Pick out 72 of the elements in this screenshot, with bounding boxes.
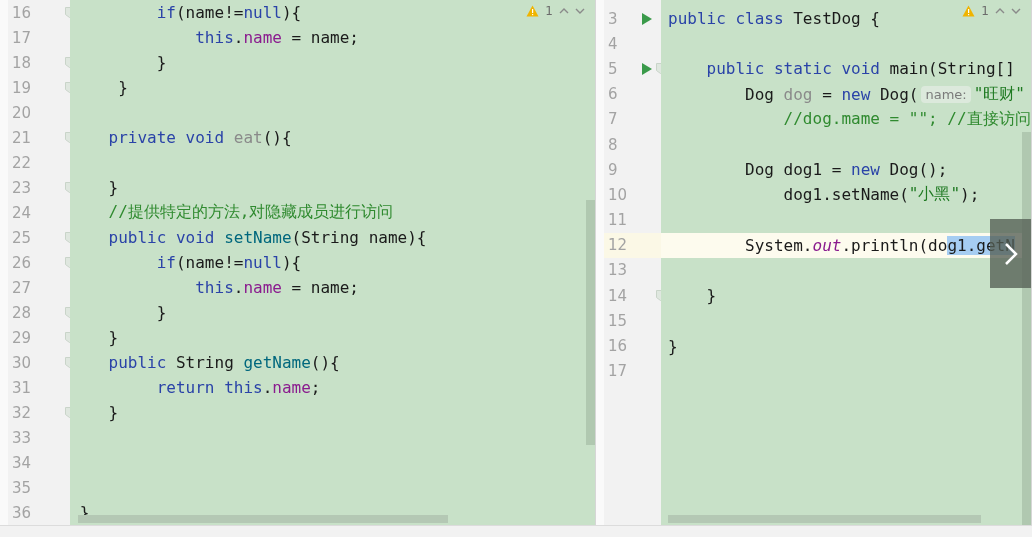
line-number: 4 <box>608 34 619 53</box>
line-number: 26 <box>12 253 33 272</box>
line-number: 23 <box>12 178 33 197</box>
line-number: 8 <box>608 135 619 154</box>
line-number: 36 <box>12 503 33 522</box>
code-line: } <box>107 328 119 347</box>
code-line: } <box>107 403 119 422</box>
run-icon[interactable] <box>642 62 652 75</box>
code-line: public String getName(){ <box>107 353 340 372</box>
code-line: } <box>155 53 167 72</box>
line-number: 30 <box>12 353 33 372</box>
code-line: } <box>117 78 128 97</box>
scrollbar-thumb[interactable] <box>586 200 595 445</box>
code-line: } <box>668 336 678 356</box>
line-number: 27 <box>12 278 33 297</box>
code-line: } <box>107 178 119 197</box>
chevron-up-icon[interactable] <box>559 8 569 14</box>
line-number: 35 <box>12 478 33 497</box>
scrollbar-thumb[interactable] <box>78 515 448 523</box>
line-number: 22 <box>12 153 33 172</box>
code-line: //提供特定的方法,对隐藏成员进行访问 <box>107 202 394 223</box>
line-number: 28 <box>12 303 33 322</box>
line-number: 33 <box>12 428 33 447</box>
code-line: public static void main(String[] <box>705 59 1015 79</box>
line-number: 32 <box>12 403 33 422</box>
line-number: 18 <box>12 53 33 72</box>
line-number: 13 <box>608 261 629 280</box>
code-line: //dog.mame = ""; //直接访问 <box>782 108 1031 130</box>
line-number: 16 <box>12 3 33 22</box>
code-line: public class TestDog { <box>668 9 880 29</box>
line-number: 24 <box>12 203 33 222</box>
code-line: } <box>155 303 167 322</box>
code-line: this.name = name; <box>194 28 359 47</box>
line-number: 16 <box>608 337 629 356</box>
line-number: 25 <box>12 228 33 247</box>
code-line: dog1.setName("小黑"); <box>782 184 980 206</box>
warning-count: 1 <box>545 4 553 18</box>
code-line: Dog dog = new Dog( name: "旺财" <box>744 83 1025 105</box>
scrollbar-thumb[interactable] <box>668 515 981 523</box>
code-line: if(name!=null){ <box>155 3 302 22</box>
warning-count: 1 <box>981 4 989 18</box>
line-number: 6 <box>608 85 619 104</box>
line-number: 15 <box>608 311 629 330</box>
line-number: 9 <box>608 160 619 179</box>
code-line: this.name = name; <box>194 278 359 297</box>
code-line: Dog dog1 = new Dog(); <box>744 160 948 180</box>
line-number: 12 <box>608 236 629 255</box>
line-number: 5 <box>608 59 619 78</box>
line-number: 14 <box>608 286 629 305</box>
line-number: 34 <box>12 453 33 472</box>
line-number: 20 <box>12 103 33 122</box>
line-number: 21 <box>12 128 33 147</box>
line-number: 11 <box>608 211 629 230</box>
line-number: 29 <box>12 328 33 347</box>
line-number: 19 <box>12 78 33 97</box>
run-icon[interactable] <box>642 12 652 25</box>
warning-icon[interactable] <box>962 5 976 17</box>
line-number: 17 <box>12 28 33 47</box>
code-line: if(name!=null){ <box>155 253 302 272</box>
line-number: 7 <box>608 110 619 129</box>
warning-icon[interactable] <box>526 5 540 17</box>
chevron-down-icon[interactable] <box>1011 8 1021 14</box>
code-line: public void setName(String name){ <box>107 228 427 247</box>
line-number: 3 <box>608 9 619 28</box>
line-number: 17 <box>608 362 629 381</box>
line-number: 10 <box>608 185 629 204</box>
chevron-up-icon[interactable] <box>995 8 1005 14</box>
line-number: 31 <box>12 378 33 397</box>
chevron-down-icon[interactable] <box>575 8 585 14</box>
code-line: return this.name; <box>155 378 321 397</box>
code-line: private void eat(){ <box>107 128 292 147</box>
code-line: } <box>705 286 717 306</box>
